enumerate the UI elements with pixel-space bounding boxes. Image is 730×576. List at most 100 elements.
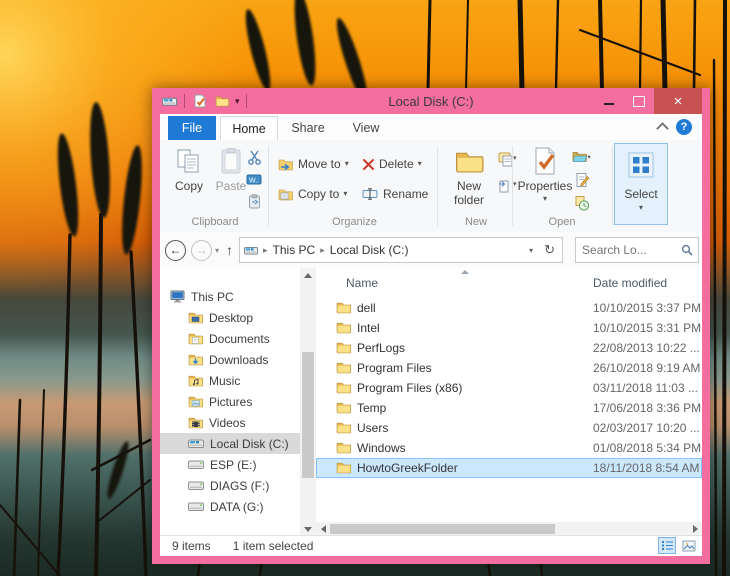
title-bar[interactable]: ▾ Local Disk (C:) × <box>152 88 710 114</box>
minimize-button[interactable] <box>594 88 624 114</box>
open-icon[interactable]: ▾ <box>572 148 592 166</box>
tab-file[interactable]: File <box>168 116 216 140</box>
help-icon[interactable]: ? <box>676 119 692 135</box>
paste-shortcut-icon[interactable] <box>244 192 264 210</box>
nav-scrollbar-thumb[interactable] <box>302 352 314 478</box>
up-one-level-button[interactable]: ↑ <box>226 242 233 258</box>
file-row-temp[interactable]: Temp 17/06/2018 3:36 PM <box>316 398 702 418</box>
close-button[interactable]: × <box>654 88 702 114</box>
file-row-users[interactable]: Users 02/03/2017 10:20 ... <box>316 418 702 438</box>
search-icon[interactable] <box>676 244 698 256</box>
file-row-program-files-x86[interactable]: Program Files (x86) 03/11/2018 11:03 ... <box>316 378 702 398</box>
scroll-left-arrow[interactable] <box>316 522 330 536</box>
scroll-right-arrow[interactable] <box>688 522 702 536</box>
crumb-local-disk[interactable]: Local Disk (C:) <box>330 243 409 257</box>
ribbon-home: Copy Paste W.. Clipboard <box>160 140 702 233</box>
move-to-button[interactable]: Move to▾ <box>278 153 349 175</box>
drive-icon <box>188 480 204 491</box>
file-row-howtogreekfolder[interactable]: HowtoGreekFolder 18/11/2018 8:54 AM <box>316 458 702 478</box>
nav-item-diags-f[interactable]: DIAGS (F:) <box>160 475 300 496</box>
window-drive-icon[interactable] <box>160 92 178 110</box>
horizontal-scrollbar-thumb[interactable] <box>330 524 555 534</box>
tab-home[interactable]: Home <box>220 116 278 141</box>
file-list: Name Date modified dell 10/10/2015 3:37 … <box>316 268 702 522</box>
breadcrumb[interactable]: ▸ This PC ▸ Local Disk (C:) ▾ ↻ <box>239 237 563 263</box>
file-name: Windows <box>357 441 406 455</box>
file-row-windows[interactable]: Windows 01/08/2018 5:34 PM <box>316 438 702 458</box>
nav-item-documents[interactable]: Documents <box>160 328 300 349</box>
copy-to-button[interactable]: Copy to▾ <box>278 183 347 205</box>
column-header-date-modified[interactable]: Date modified <box>593 276 667 290</box>
back-button[interactable]: ← <box>165 240 186 261</box>
system-drive-icon <box>188 438 204 449</box>
edit-icon[interactable] <box>572 171 592 189</box>
status-bar: 9 items 1 item selected <box>160 535 702 556</box>
forward-button[interactable]: → <box>191 240 212 261</box>
folder-desktop <box>188 311 203 324</box>
folder-icon <box>336 341 351 357</box>
file-date-modified: 17/06/2018 3:36 PM <box>593 401 701 415</box>
file-row-program-files[interactable]: Program Files 26/10/2018 9:19 AM <box>316 358 702 378</box>
file-name: dell <box>357 301 376 315</box>
details-view-button[interactable] <box>658 537 676 554</box>
nav-item-pictures[interactable]: Pictures <box>160 391 300 412</box>
crumb-chevron-icon[interactable]: ▸ <box>320 245 325 256</box>
nav-item-local-disk-c[interactable]: Local Disk (C:) <box>160 433 300 454</box>
qat-new-folder-icon[interactable] <box>213 92 231 110</box>
thumbnails-view-button[interactable] <box>680 537 698 554</box>
crumb-chevron-icon[interactable]: ▸ <box>263 245 268 256</box>
select-button[interactable]: Select ▾ <box>614 143 668 225</box>
scroll-down-arrow[interactable] <box>300 522 316 536</box>
maximize-button[interactable] <box>624 88 654 114</box>
folder-videos <box>188 416 203 429</box>
nav-item-music[interactable]: Music <box>160 370 300 391</box>
copy-button[interactable]: Copy <box>166 144 212 208</box>
move-to-icon <box>278 158 294 171</box>
nav-item-esp-e[interactable]: ESP (E:) <box>160 454 300 475</box>
nav-item-this-pc[interactable]: This PC <box>160 286 300 307</box>
cut-icon[interactable] <box>244 148 264 166</box>
nav-item-videos[interactable]: Videos <box>160 412 300 433</box>
column-header-name[interactable]: Name <box>346 276 378 290</box>
recent-locations-dropdown[interactable]: ▾ <box>215 246 219 255</box>
qat-customize-dropdown[interactable]: ▾ <box>235 97 240 106</box>
collapse-ribbon-icon[interactable] <box>658 121 668 131</box>
file-name: Program Files (x86) <box>357 381 462 395</box>
qat-properties-icon[interactable] <box>191 92 209 110</box>
file-date-modified: 22/08/2013 10:22 ... <box>593 341 700 355</box>
file-name: HowtoGreekFolder <box>357 461 458 475</box>
search-input[interactable] <box>576 243 676 257</box>
delete-button[interactable]: Delete▾ <box>362 153 422 175</box>
new-group-label: New <box>440 216 512 228</box>
tab-view[interactable]: View <box>340 116 392 140</box>
rename-button[interactable]: Rename <box>362 183 428 205</box>
refresh-icon[interactable]: ↻ <box>544 242 555 258</box>
file-date-modified: 01/08/2018 5:34 PM <box>593 441 701 455</box>
folder-icon <box>336 381 351 397</box>
nav-item-downloads[interactable]: Downloads <box>160 349 300 370</box>
folder-icon <box>336 421 351 437</box>
history-icon[interactable] <box>572 194 592 212</box>
tab-share[interactable]: Share <box>280 116 336 140</box>
group-divider <box>612 146 613 226</box>
file-name: PerfLogs <box>357 341 405 355</box>
file-row-perflogs[interactable]: PerfLogs 22/08/2013 10:22 ... <box>316 338 702 358</box>
properties-button[interactable]: Properties ▾ <box>518 144 572 208</box>
nav-item-desktop[interactable]: Desktop <box>160 307 300 328</box>
search-box[interactable] <box>575 237 699 263</box>
easy-access-icon[interactable]: ▾ <box>498 176 518 194</box>
file-row-dell[interactable]: dell 10/10/2015 3:37 PM <box>316 298 702 318</box>
file-date-modified: 10/10/2015 3:37 PM <box>593 301 701 315</box>
scroll-up-arrow[interactable] <box>300 268 316 282</box>
file-row-intel[interactable]: Intel 10/10/2015 3:31 PM <box>316 318 702 338</box>
nav-item-data-g[interactable]: DATA (G:) <box>160 496 300 517</box>
crumb-this-pc[interactable]: This PC <box>273 243 316 257</box>
folder-icon <box>336 321 351 337</box>
new-item-icon[interactable]: ▾ <box>498 150 518 168</box>
nav-scrollbar[interactable] <box>300 268 316 536</box>
ribbon-tab-strip: File Home Share View ? <box>160 114 702 141</box>
new-folder-button[interactable]: New folder <box>442 144 496 208</box>
list-horizontal-scrollbar[interactable] <box>316 522 702 536</box>
copy-path-icon[interactable]: W.. <box>244 170 264 188</box>
address-dropdown-icon[interactable]: ▾ <box>529 246 533 255</box>
